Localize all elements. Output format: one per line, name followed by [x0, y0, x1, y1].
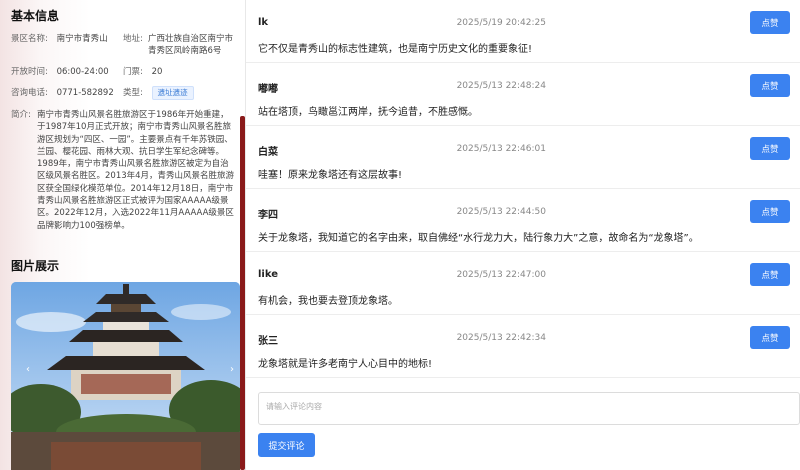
info-panel: 基本信息 景区名称: 南宁市青秀山 地址: 广西壮族自治区南宁市 青秀区凤岭南路…: [0, 0, 244, 470]
ticket-label: 门票:: [123, 67, 143, 77]
like-button[interactable]: 点赞: [750, 326, 790, 349]
comment-item: 张三 2025/5/13 22:42:34 龙象塔就是许多老南宁人心目中的地标!…: [246, 315, 800, 378]
like-button[interactable]: 点赞: [750, 200, 790, 223]
type-badge: 遗址遗迹: [151, 86, 194, 100]
comment-text: 哇塞！原来龙象塔还有这层故事!: [258, 170, 403, 181]
comment-text: 站在塔顶，鸟瞰邕江两岸，抚今追昔，不胜感慨。: [258, 107, 478, 118]
comment-input[interactable]: [258, 392, 800, 425]
comment-item: lk 2025/5/19 20:42:25 它不仅是青秀山的标志性建筑，也是南宁…: [246, 0, 800, 63]
phone-value: 0771-582892: [56, 88, 114, 98]
intro-label: 简介:: [11, 110, 31, 120]
address-line-1: 广西壮族自治区南宁市: [148, 34, 234, 44]
scenic-name-row: 景区名称: 南宁市青秀山: [11, 33, 108, 45]
hours-row: 开放时间: 06:00-24:00: [11, 66, 109, 78]
comment-time: 2025/5/19 20:42:25: [456, 18, 546, 28]
ticket-row: 门票: 20: [123, 66, 162, 78]
gallery-next-icon[interactable]: ›: [230, 364, 234, 375]
comment-text: 关于龙象塔，我知道它的名字由来，取自佛经“水行龙力大，陆行象力大”之意，故命名为…: [258, 233, 699, 244]
phone-label: 咨询电话:: [11, 88, 48, 98]
pagoda-photo-icon: [11, 282, 240, 470]
intro-text: 南宁市青秀山风景名胜旅游区于1986年开始重建，于1987年10月正式开放；南宁…: [37, 110, 235, 231]
like-button[interactable]: 点赞: [750, 263, 790, 286]
comment-item: 白菜 2025/5/13 22:46:01 哇塞！原来龙象塔还有这层故事! 点赞: [246, 126, 800, 189]
type-label: 类型:: [123, 88, 143, 98]
gallery-section-title: 图片展示: [11, 259, 60, 273]
ticket-value: 20: [151, 67, 163, 77]
comment-item: 嘟嘟 2025/5/13 22:48:24 站在塔顶，鸟瞰邕江两岸，抚今追昔，不…: [246, 63, 800, 126]
like-button[interactable]: 点赞: [750, 137, 790, 160]
like-button[interactable]: 点赞: [750, 11, 790, 34]
address-row: 地址: 广西壮族自治区南宁市 青秀区凤岭南路6号: [123, 33, 241, 57]
info-section-title: 基本信息: [11, 9, 60, 23]
type-row: 类型: 遗址遗迹: [123, 86, 194, 100]
scenic-name-value: 南宁市青秀山: [56, 34, 108, 44]
comment-time: 2025/5/13 22:42:34: [456, 333, 546, 343]
intro-block: 简介: 南宁市青秀山风景名胜旅游区于1986年开始重建，于1987年10月正式开…: [11, 109, 237, 232]
gallery-image[interactable]: [11, 282, 240, 470]
comment-text: 龙象塔就是许多老南宁人心目中的地标!: [258, 359, 433, 370]
scenic-name-label: 景区名称:: [11, 34, 48, 44]
comment-item: like 2025/5/13 22:47:00 有机会，我也要去登顶龙象塔。 点…: [246, 252, 800, 315]
comment-time: 2025/5/13 22:44:50: [456, 207, 546, 217]
hours-label: 开放时间:: [11, 67, 48, 77]
comment-time: 2025/5/13 22:47:00: [456, 270, 546, 280]
phone-row: 咨询电话: 0771-582892: [11, 87, 114, 99]
hours-value: 06:00-24:00: [56, 67, 109, 77]
comment-text: 它不仅是青秀山的标志性建筑，也是南宁历史文化的重要象征!: [258, 44, 533, 55]
address-line-2: 青秀区凤岭南路6号: [148, 46, 222, 56]
comment-text: 有机会，我也要去登顶龙象塔。: [258, 296, 398, 307]
comment-time: 2025/5/13 22:46:01: [456, 144, 546, 154]
address-label: 地址:: [123, 34, 143, 44]
submit-comment-button[interactable]: 提交评论: [258, 433, 315, 457]
comment-time: 2025/5/13 22:48:24: [456, 81, 546, 91]
comment-item: 李四 2025/5/13 22:44:50 关于龙象塔，我知道它的名字由来，取自…: [246, 189, 800, 252]
gallery-prev-icon[interactable]: ‹: [26, 364, 30, 375]
like-button[interactable]: 点赞: [750, 74, 790, 97]
